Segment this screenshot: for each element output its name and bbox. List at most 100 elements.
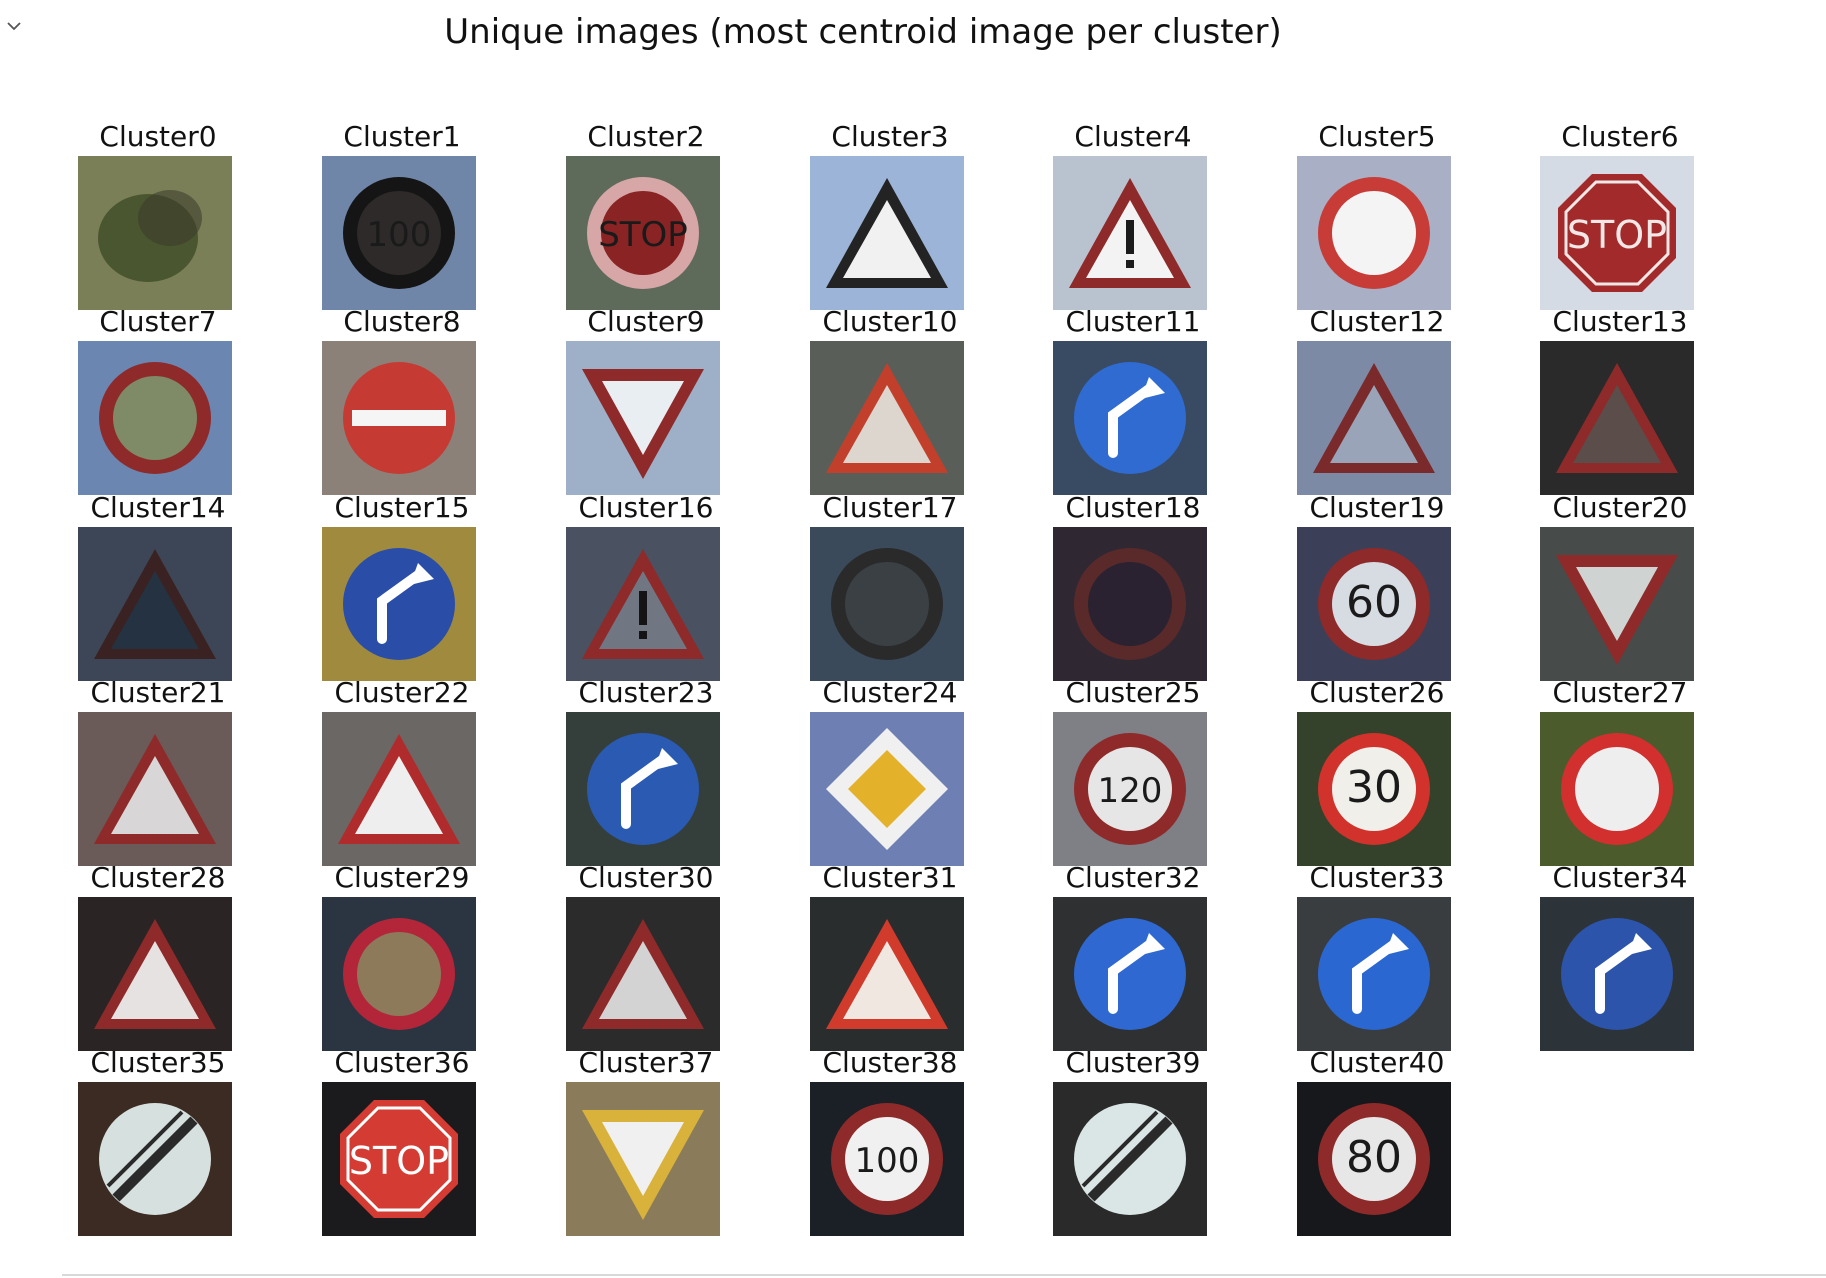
- cluster-title: Cluster22: [334, 676, 470, 709]
- cluster-centroid-image: [566, 712, 720, 866]
- cluster-title: Cluster21: [90, 676, 226, 709]
- cluster-centroid-image: [322, 712, 476, 866]
- cluster-cell: Cluster9: [524, 307, 768, 495]
- cluster-title: Cluster11: [1065, 305, 1201, 338]
- cluster-centroid-image: [566, 341, 720, 495]
- cluster-centroid-image: [78, 1082, 232, 1236]
- cluster-title: Cluster24: [822, 676, 958, 709]
- cluster-cell: Cluster35: [36, 1046, 280, 1236]
- cluster-title: Cluster15: [334, 491, 470, 524]
- cluster-centroid-image: [78, 897, 232, 1051]
- cluster-title: Cluster2: [587, 120, 705, 153]
- cluster-title: Cluster35: [90, 1046, 226, 1079]
- cluster-cell: Cluster37: [524, 1046, 768, 1236]
- cluster-centroid-image: [1053, 156, 1207, 310]
- svg-text:120: 120: [1098, 771, 1163, 811]
- svg-text:100: 100: [855, 1141, 920, 1181]
- cluster-title: Cluster0: [99, 120, 217, 153]
- cluster-centroid-image: STOP: [1540, 156, 1694, 310]
- cluster-cell: Cluster4: [1011, 122, 1255, 310]
- cluster-cell: Cluster30: [524, 861, 768, 1051]
- cluster-centroid-image: [1540, 897, 1694, 1051]
- cluster-centroid-image: [810, 156, 964, 310]
- cluster-cell: Cluster34: [1498, 863, 1742, 1051]
- cluster-cell: Cluster19 60: [1255, 491, 1499, 681]
- cluster-centroid-image: [1540, 712, 1694, 866]
- cluster-title: Cluster23: [578, 676, 714, 709]
- cluster-cell: Cluster33: [1255, 861, 1499, 1051]
- cluster-centroid-image: 80: [1297, 1082, 1451, 1236]
- cluster-cell: Cluster17: [768, 491, 1012, 681]
- cluster-centroid-image: [810, 712, 964, 866]
- cluster-cell: Cluster15: [280, 491, 524, 681]
- cluster-title: Cluster32: [1065, 861, 1201, 894]
- cluster-centroid-image: [810, 341, 964, 495]
- svg-text:100: 100: [367, 215, 432, 255]
- cluster-centroid-image: 30: [1297, 712, 1451, 866]
- cluster-title: Cluster33: [1309, 861, 1445, 894]
- cluster-centroid-image: [810, 527, 964, 681]
- cluster-title: Cluster6: [1561, 120, 1679, 153]
- svg-text:60: 60: [1346, 577, 1402, 628]
- svg-text:STOP: STOP: [1567, 213, 1667, 257]
- cluster-cell: Cluster20: [1498, 491, 1742, 681]
- cluster-title: Cluster17: [822, 491, 958, 524]
- cluster-cell: Cluster40 80: [1255, 1048, 1499, 1236]
- cluster-cell: Cluster6 STOP: [1498, 120, 1742, 310]
- cluster-title: Cluster1: [343, 120, 461, 153]
- svg-text:STOP: STOP: [349, 1139, 449, 1183]
- cluster-centroid-image: [566, 897, 720, 1051]
- cluster-cell: Cluster2 STOP: [524, 120, 768, 310]
- cluster-centroid-image: [566, 527, 720, 681]
- cluster-title: Cluster36: [334, 1046, 470, 1079]
- cluster-centroid-image: [78, 156, 232, 310]
- cluster-title: Cluster14: [90, 491, 226, 524]
- cluster-title: Cluster37: [578, 1046, 714, 1079]
- cluster-title: Cluster39: [1065, 1046, 1201, 1079]
- output-divider: [62, 1274, 1826, 1276]
- cluster-centroid-image: [1297, 156, 1451, 310]
- cluster-cell: Cluster21: [36, 676, 280, 866]
- cluster-cell: Cluster7: [36, 305, 280, 495]
- cluster-centroid-image: [1053, 527, 1207, 681]
- cluster-title: Cluster30: [578, 861, 714, 894]
- cluster-centroid-image: [1297, 897, 1451, 1051]
- cluster-centroid-image: [1540, 341, 1694, 495]
- cluster-title: Cluster16: [578, 491, 714, 524]
- cluster-cell: Cluster0: [36, 120, 280, 310]
- cluster-cell: Cluster12: [1255, 305, 1499, 495]
- cluster-title: Cluster19: [1309, 491, 1445, 524]
- cluster-title: Cluster5: [1318, 120, 1436, 153]
- cluster-centroid-image: STOP: [566, 156, 720, 310]
- cluster-cell: Cluster26 30: [1255, 678, 1499, 866]
- cluster-cell: Cluster18: [1011, 491, 1255, 681]
- cluster-centroid-image: [810, 897, 964, 1051]
- cluster-cell: Cluster27: [1498, 678, 1742, 866]
- cluster-cell: Cluster14: [36, 491, 280, 681]
- cluster-cell: Cluster3: [768, 122, 1012, 310]
- cluster-cell: Cluster25 120: [1011, 676, 1255, 866]
- cluster-title: Cluster10: [822, 305, 958, 338]
- cluster-title: Cluster18: [1065, 491, 1201, 524]
- cluster-cell: Cluster31: [768, 863, 1012, 1051]
- cluster-cell: Cluster36 STOP: [280, 1046, 524, 1236]
- cluster-centroid-image: [566, 1082, 720, 1236]
- cluster-title: Cluster38: [822, 1046, 958, 1079]
- cluster-cell: Cluster16: [524, 491, 768, 681]
- cluster-centroid-image: [78, 341, 232, 495]
- cluster-title: Cluster20: [1552, 491, 1688, 524]
- svg-text:STOP: STOP: [598, 215, 688, 255]
- cluster-title: Cluster13: [1552, 305, 1688, 338]
- cluster-title: Cluster7: [99, 305, 217, 338]
- cluster-centroid-image: 100: [322, 156, 476, 310]
- cluster-centroid-image: [1540, 527, 1694, 681]
- cluster-title: Cluster25: [1065, 676, 1201, 709]
- cluster-cell: Cluster28: [36, 863, 280, 1051]
- cluster-centroid-image: [78, 712, 232, 866]
- cluster-cell: Cluster29: [280, 863, 524, 1051]
- cluster-title: Cluster12: [1309, 305, 1445, 338]
- cluster-cell: Cluster22: [280, 676, 524, 866]
- cluster-centroid-image: [1053, 341, 1207, 495]
- cluster-centroid-image: [1053, 1082, 1207, 1236]
- cluster-cell: Cluster11: [1011, 305, 1255, 495]
